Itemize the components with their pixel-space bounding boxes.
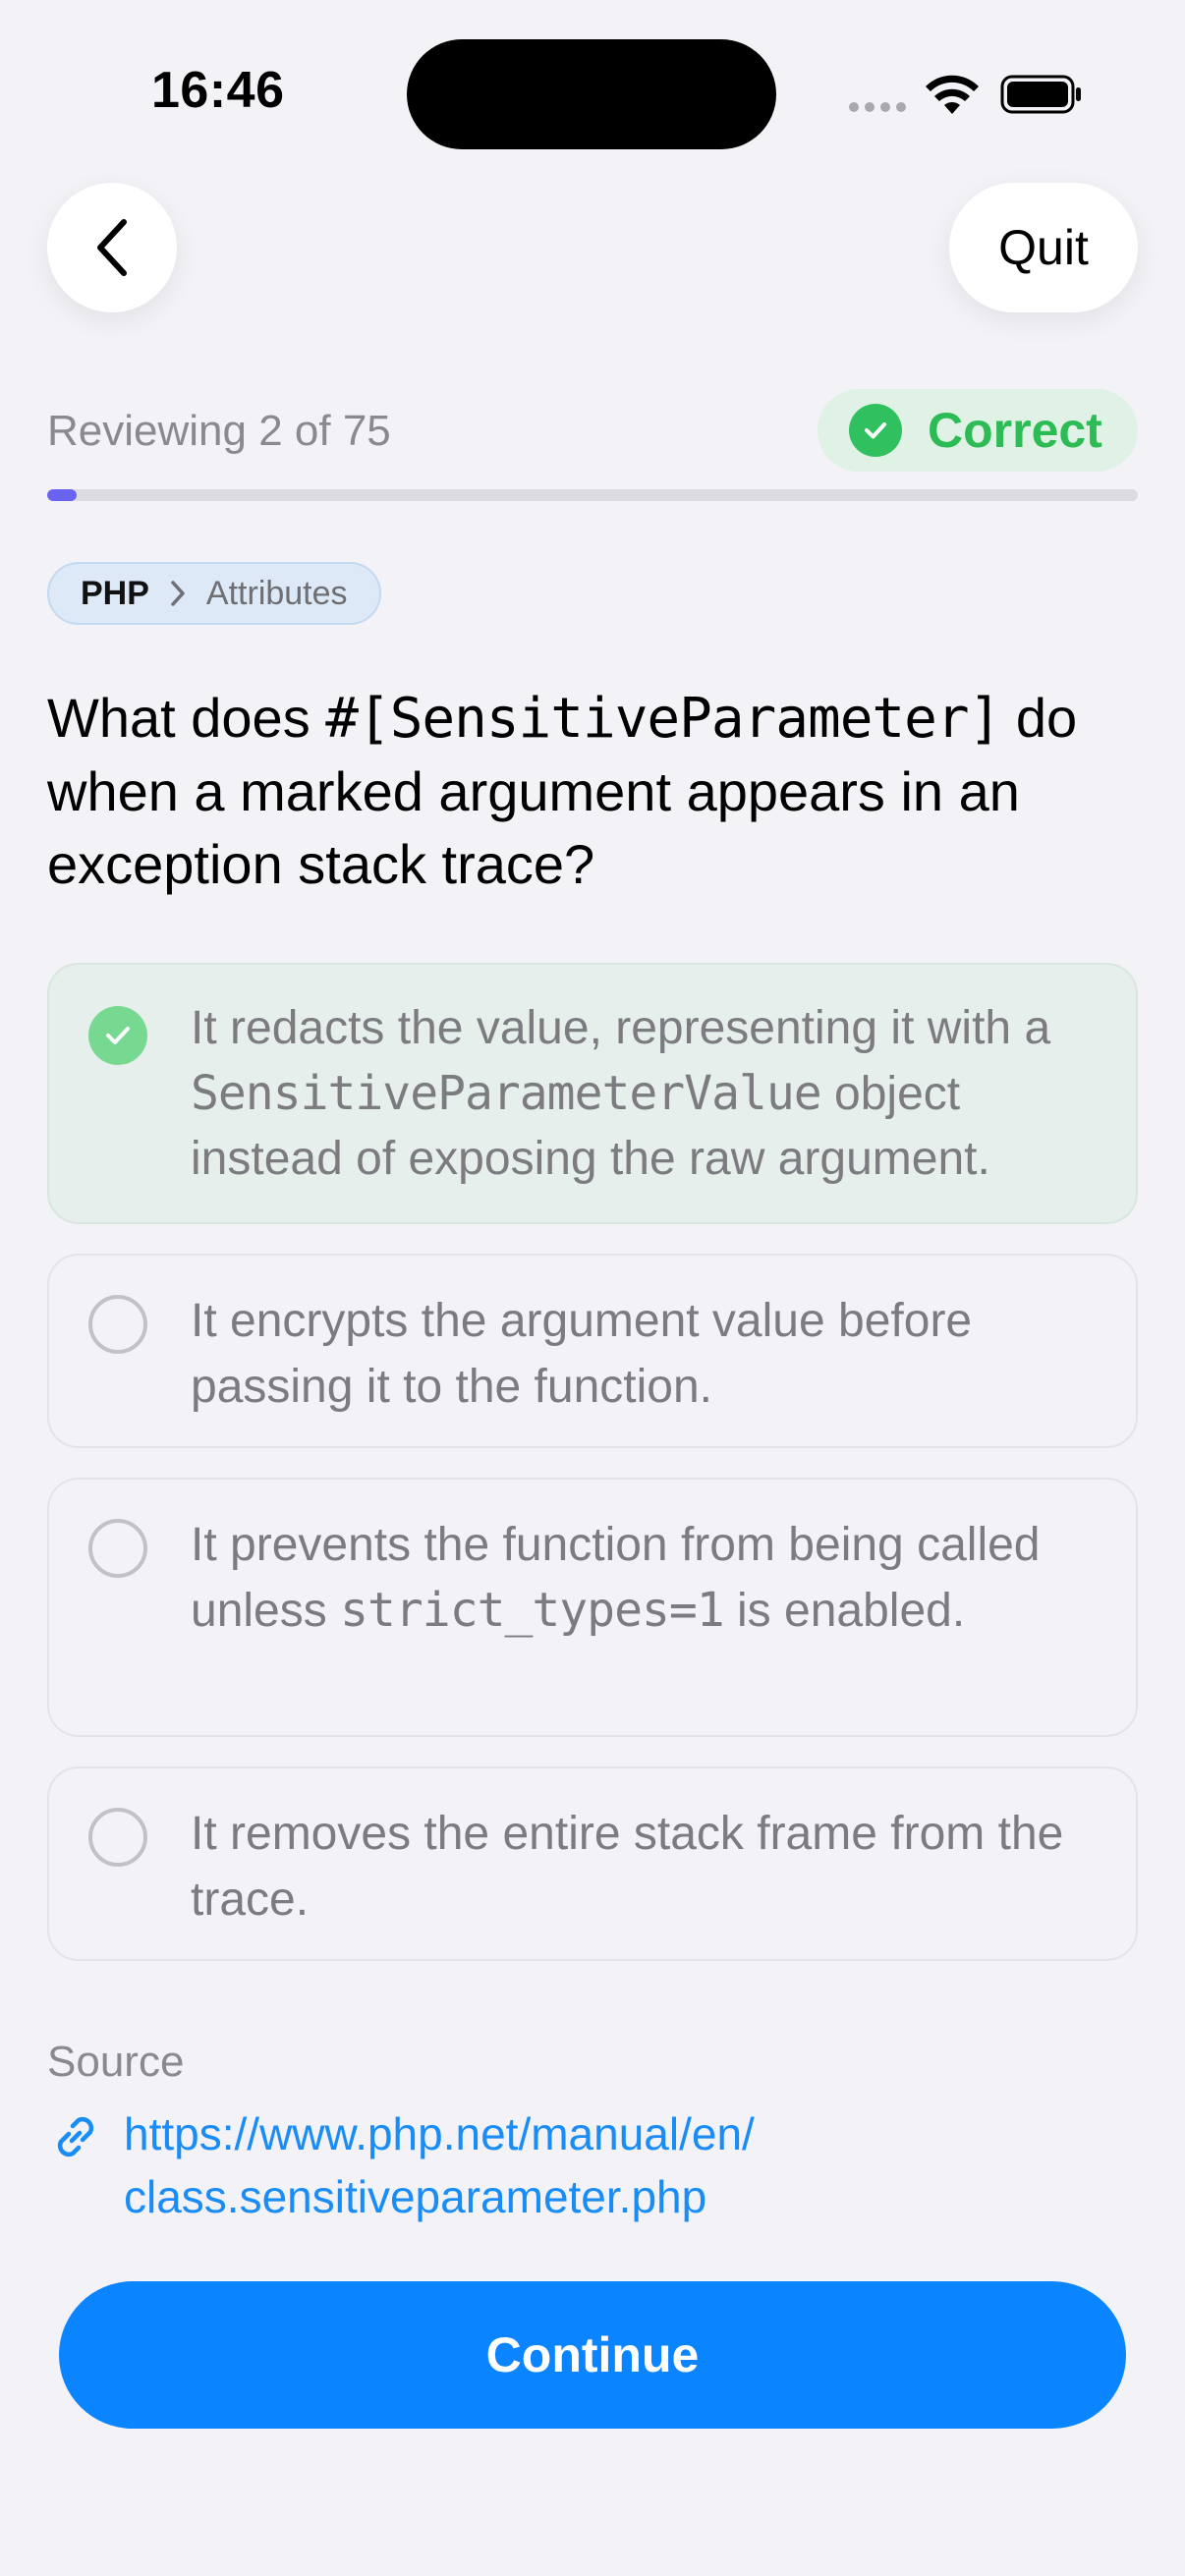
chevron-right-icon xyxy=(171,581,185,606)
cellular-signal-icon xyxy=(849,102,908,114)
answer-option-text: It removes the entire stack frame from t… xyxy=(191,1808,1064,1926)
review-progress-text: Reviewing 2 of 75 xyxy=(47,407,391,455)
result-badge: Correct xyxy=(818,389,1138,472)
radio-empty-icon xyxy=(88,1295,147,1354)
answer-option-4[interactable]: It removes the entire stack frame from t… xyxy=(47,1766,1138,1961)
radio-empty-icon xyxy=(88,1808,147,1867)
question-text: What does #[SensitiveParameter] do when … xyxy=(47,687,1078,895)
source-label: Source xyxy=(47,2038,185,2086)
answer-option-1[interactable]: It redacts the value, representing it wi… xyxy=(47,963,1138,1224)
progress-bar xyxy=(47,489,1138,501)
check-circle-icon xyxy=(849,404,902,457)
check-circle-icon xyxy=(88,1006,147,1065)
wifi-icon xyxy=(926,75,979,114)
source-link[interactable]: https://www.php.net/manual/en/ class.sen… xyxy=(124,2102,1008,2228)
quit-button[interactable]: Quit xyxy=(949,183,1138,312)
status-time: 16:46 xyxy=(151,62,285,119)
dynamic-island xyxy=(407,39,776,149)
result-label: Correct xyxy=(928,403,1102,458)
continue-button[interactable]: Continue xyxy=(59,2281,1126,2429)
battery-icon xyxy=(1000,75,1081,114)
breadcrumb-topic: Attributes xyxy=(205,574,348,612)
link-icon xyxy=(57,2116,94,2157)
progress-bar-fill xyxy=(47,489,77,501)
answer-option-2[interactable]: It encrypts the argument value before pa… xyxy=(47,1254,1138,1448)
answer-option-3[interactable]: It prevents the function from being call… xyxy=(47,1478,1138,1737)
breadcrumb-language: PHP xyxy=(81,574,149,612)
answer-option-text: It encrypts the argument value before pa… xyxy=(191,1295,973,1413)
answer-option-text: It prevents the function from being call… xyxy=(191,1519,1041,1638)
radio-empty-icon xyxy=(88,1519,147,1578)
breadcrumb: PHP Attributes xyxy=(47,562,381,625)
back-button[interactable] xyxy=(47,183,177,312)
chevron-left-icon xyxy=(97,219,127,276)
answer-option-text: It redacts the value, representing it wi… xyxy=(191,1002,1051,1185)
question-code: #[SensitiveParameter] xyxy=(325,687,1001,751)
